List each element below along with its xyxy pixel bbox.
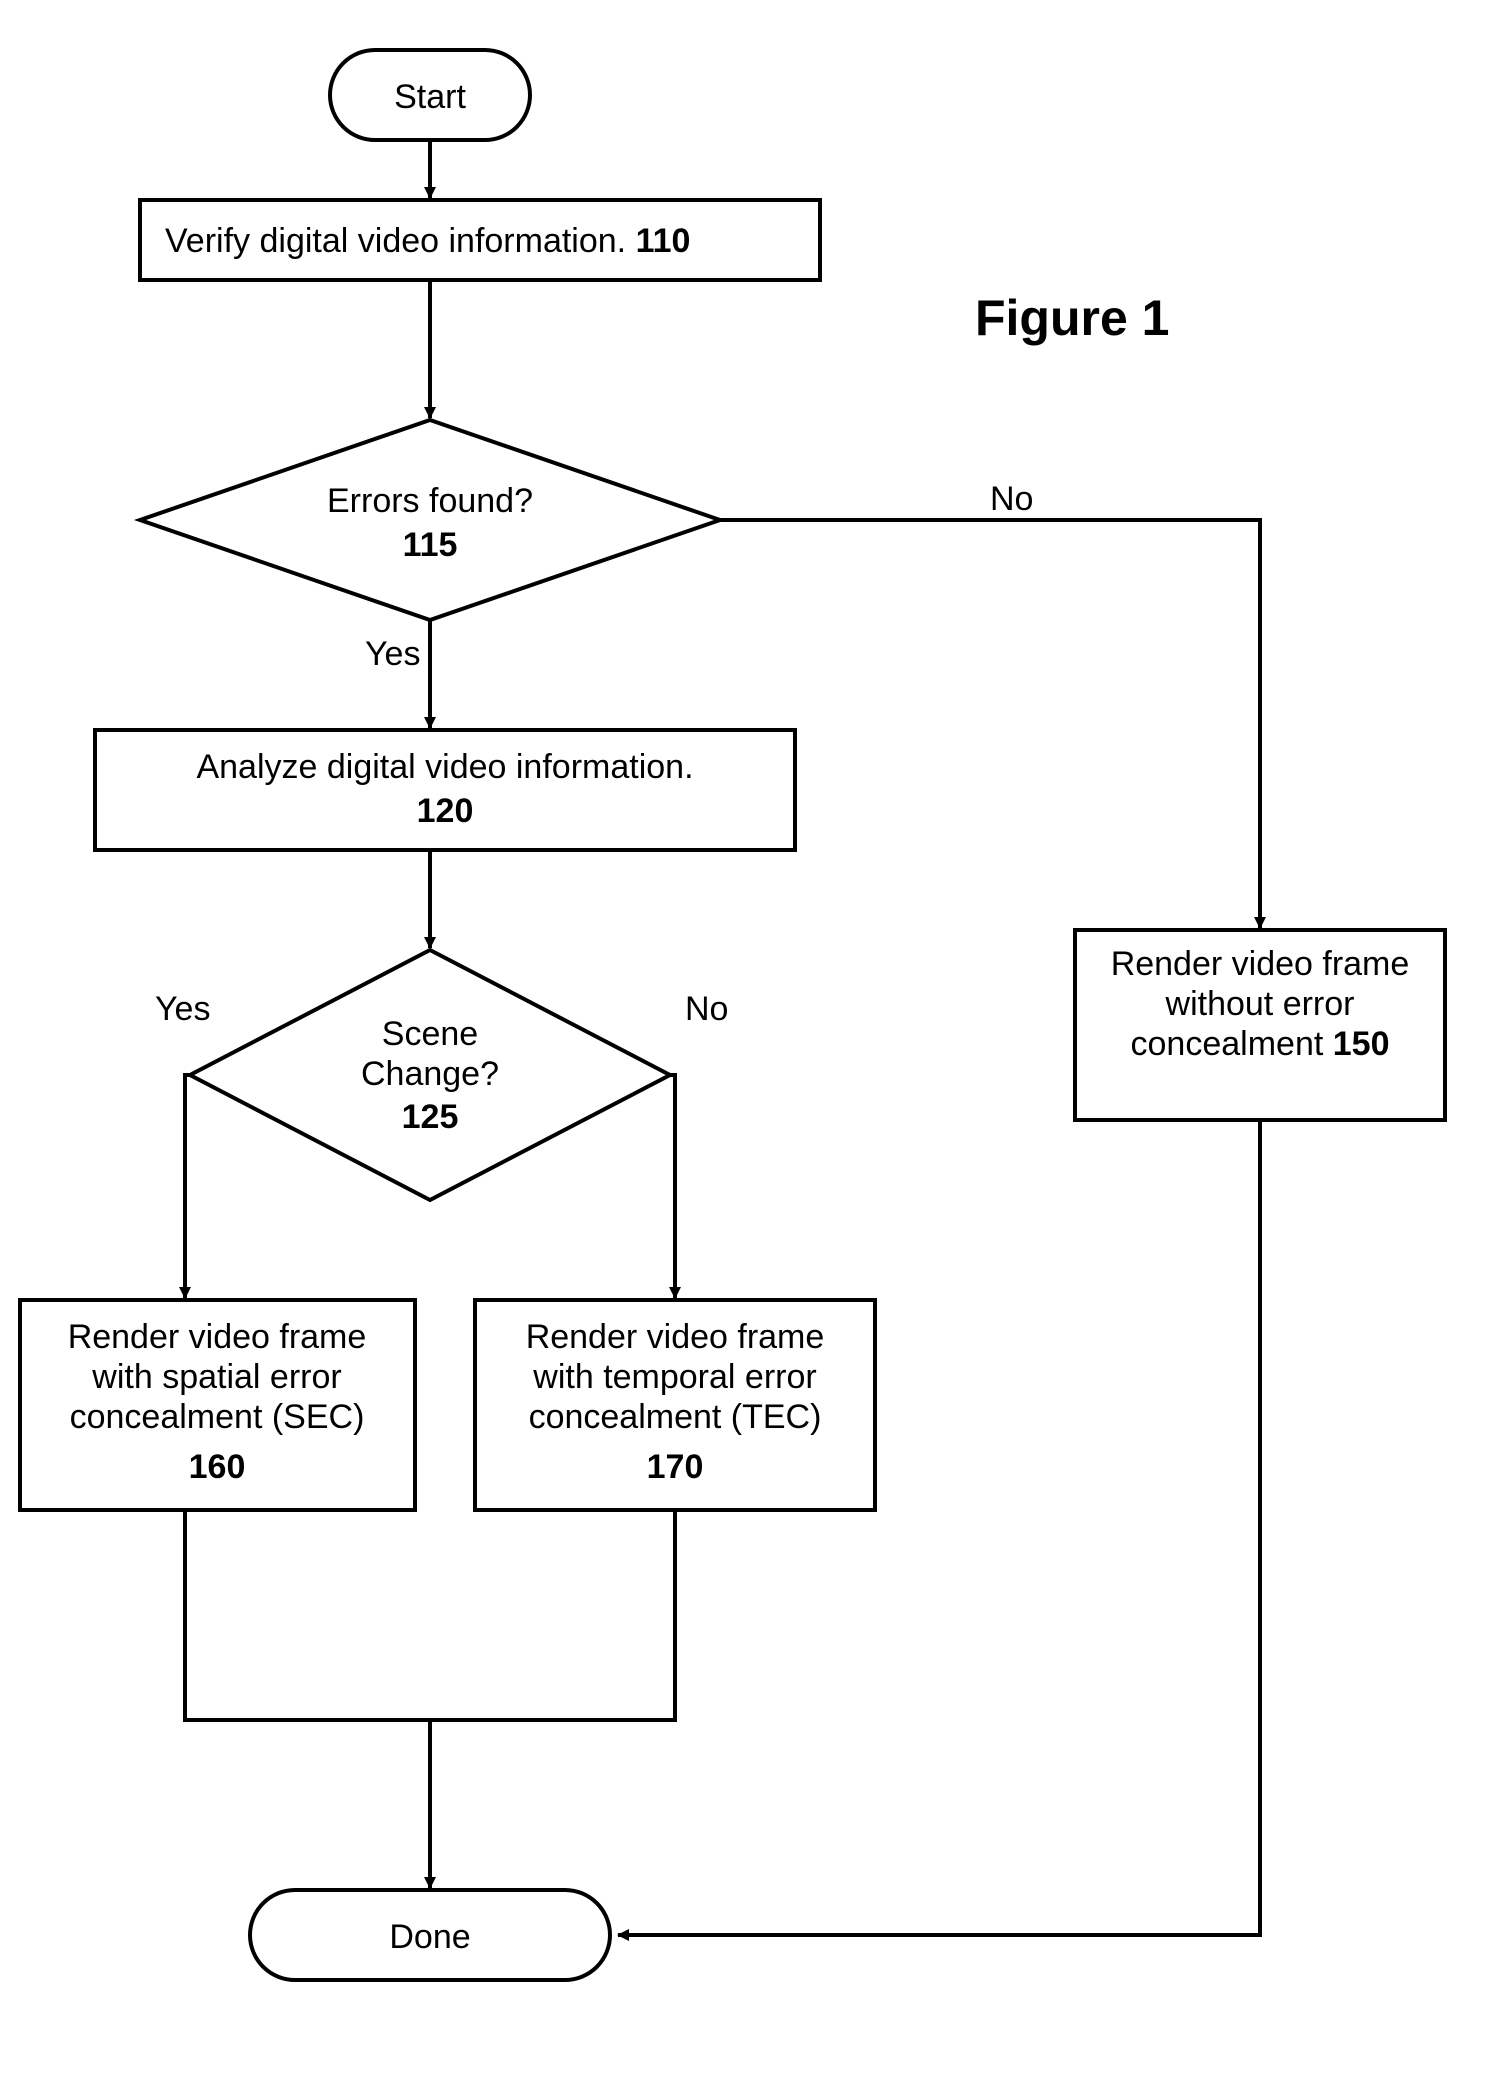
svg-text:without error: without error bbox=[1165, 985, 1355, 1023]
svg-text:concealment (SEC): concealment (SEC) bbox=[70, 1398, 365, 1436]
svg-text:Analyze digital video informat: Analyze digital video information. bbox=[196, 748, 693, 786]
analyze-box: Analyze digital video information. 120 bbox=[95, 730, 795, 850]
scene-no-label: No bbox=[685, 990, 728, 1028]
render-tec-box: Render video frame with temporal error c… bbox=[475, 1300, 875, 1510]
errors-decision: Errors found? 115 bbox=[140, 420, 720, 620]
render-noec-box: Render video frame without error conceal… bbox=[1075, 930, 1445, 1120]
scene-decision: Scene Change? 125 bbox=[190, 950, 670, 1200]
svg-text:concealment 150: concealment 150 bbox=[1131, 1025, 1390, 1063]
figure-title: Figure 1 bbox=[975, 290, 1169, 346]
svg-text:160: 160 bbox=[189, 1448, 246, 1486]
svg-text:Done: Done bbox=[389, 1918, 470, 1956]
svg-text:Errors found?: Errors found? bbox=[327, 482, 533, 520]
svg-text:with temporal error: with temporal error bbox=[532, 1358, 816, 1396]
svg-text:170: 170 bbox=[647, 1448, 704, 1486]
errors-yes-label: Yes bbox=[365, 635, 420, 673]
svg-text:Render video frame: Render video frame bbox=[1111, 945, 1410, 983]
svg-text:Render video frame: Render video frame bbox=[526, 1318, 825, 1356]
svg-text:120: 120 bbox=[417, 792, 474, 830]
verify-box: Verify digital video information. 110 bbox=[140, 200, 820, 280]
render-sec-box: Render video frame with spatial error co… bbox=[20, 1300, 415, 1510]
done-node: Done bbox=[250, 1890, 610, 1980]
svg-text:Change?: Change? bbox=[361, 1055, 499, 1093]
errors-no-label: No bbox=[990, 480, 1033, 518]
svg-text:Start: Start bbox=[394, 78, 466, 116]
svg-text:115: 115 bbox=[403, 526, 458, 564]
svg-text:concealment (TEC): concealment (TEC) bbox=[529, 1398, 822, 1436]
svg-text:with spatial error: with spatial error bbox=[91, 1358, 341, 1396]
svg-text:Scene: Scene bbox=[382, 1015, 478, 1053]
svg-text:Render video frame: Render video frame bbox=[68, 1318, 367, 1356]
start-node: Start bbox=[330, 50, 530, 140]
scene-yes-label: Yes bbox=[155, 990, 210, 1028]
svg-text:Verify digital video informati: Verify digital video information. 110 bbox=[165, 222, 690, 260]
svg-text:125: 125 bbox=[402, 1098, 459, 1136]
